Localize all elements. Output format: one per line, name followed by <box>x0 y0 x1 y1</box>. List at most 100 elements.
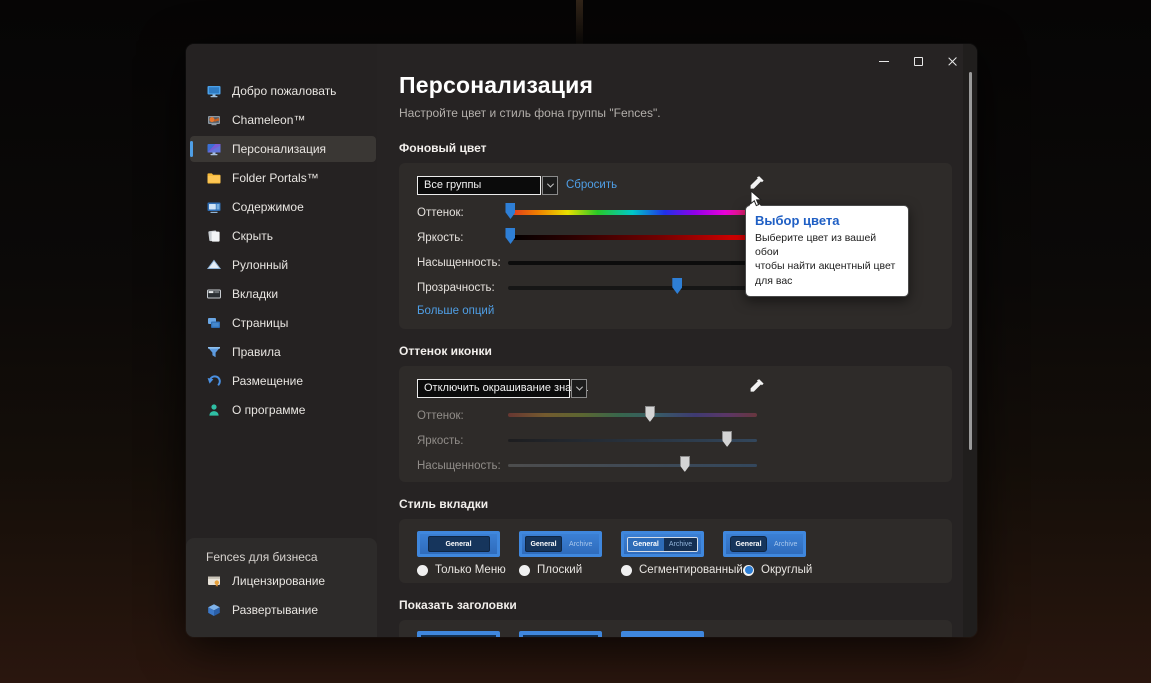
brightness-slider[interactable] <box>505 225 757 250</box>
sidebar-item-rules[interactable]: Правила <box>190 339 376 365</box>
sidebar-item-hide[interactable]: Скрыть <box>190 223 376 249</box>
preview-tab-archive: Archive <box>569 540 593 548</box>
tooltip-text-line1: Выберите цвет из вашей обои <box>755 232 877 259</box>
hue-slider-track[interactable] <box>508 210 757 215</box>
sidebar-item-label: Folder Portals™ <box>232 171 319 185</box>
sidebar-item-about[interactable]: О программе <box>190 397 376 423</box>
business-panel: Fences для бизнеса Лицензирование Развер… <box>186 538 377 637</box>
sidebar-item-pages[interactable]: Страницы <box>190 310 376 336</box>
slider-handle[interactable] <box>672 278 683 294</box>
saturation-slider-label: Насыщенность: <box>417 256 501 269</box>
sidebar-item-label: Персонализация <box>232 142 327 156</box>
show-titles-card <box>399 620 952 637</box>
preview-tab-general: General <box>730 536 767 552</box>
scrollbar-track[interactable] <box>963 44 977 637</box>
preview-tab-archive: Archive <box>663 537 698 551</box>
icon-saturation-slider[interactable] <box>508 453 757 478</box>
icon-hue-slider[interactable] <box>508 403 757 428</box>
icon-brightness-slider-track[interactable] <box>508 439 757 442</box>
fences-settings-window: Добро пожаловать Chameleon™ Персонализац… <box>186 44 977 637</box>
preview-tab-general: General <box>627 537 664 551</box>
sidebar-item-label: Добро пожаловать <box>232 84 337 98</box>
transparency-slider-track[interactable] <box>508 286 757 290</box>
sidebar-item-welcome[interactable]: Добро пожаловать <box>190 78 376 104</box>
sidebar-item-label: Лицензирование <box>232 574 326 588</box>
slider-handle[interactable] <box>679 456 690 472</box>
page-title: Персонализация <box>399 72 594 98</box>
icon-brightness-slider[interactable] <box>508 428 757 453</box>
radio-option-menu-only[interactable]: Только Меню <box>417 564 519 576</box>
chevron-down-icon <box>546 180 554 188</box>
group-select-dropdown[interactable]: Все группы <box>417 175 558 195</box>
slider-handle[interactable] <box>722 431 733 447</box>
sidebar-item-label: Рулонный <box>232 258 289 272</box>
dropdown-button[interactable] <box>542 175 558 195</box>
section-header-tab-style: Стиль вкладки <box>399 497 489 511</box>
preview-tab-general: General <box>427 536 490 552</box>
close-button[interactable] <box>935 48 969 74</box>
tooltip-title: Выбор цвета <box>755 213 840 228</box>
more-options-link[interactable]: Больше опций <box>417 305 494 317</box>
minimize-button[interactable] <box>867 48 901 74</box>
sidebar-item-tabs[interactable]: Вкладки <box>190 281 376 307</box>
eyedropper-icon[interactable] <box>748 174 766 192</box>
eyedropper-icon[interactable] <box>748 377 766 395</box>
radio-unchecked-icon[interactable] <box>621 564 632 576</box>
icon-saturation-slider-track[interactable] <box>508 464 757 467</box>
rollup-triangle-icon <box>206 257 222 273</box>
hue-slider[interactable] <box>505 200 757 225</box>
tab-style-card: General General Archive General Archive <box>399 519 952 583</box>
pages-tiles-icon <box>206 315 222 331</box>
sidebar-item-licensing[interactable]: Лицензирование <box>190 568 376 594</box>
radio-option-flat[interactable]: Плоский <box>519 564 621 576</box>
radio-option-rounded[interactable]: Округлый <box>743 564 845 576</box>
sidebar-item-rollup[interactable]: Рулонный <box>190 252 376 278</box>
dropdown-button[interactable] <box>571 378 587 398</box>
radio-unchecked-icon[interactable] <box>417 564 428 576</box>
personalization-monitor-icon <box>206 141 222 157</box>
close-icon <box>947 56 958 67</box>
radio-checked-icon[interactable] <box>743 564 754 576</box>
section-header-background-color: Фоновый цвет <box>399 141 487 155</box>
icon-hue-slider-row: Оттенок: <box>417 403 934 428</box>
icon-saturation-slider-row: Насыщенность: <box>417 453 934 478</box>
maximize-button[interactable] <box>901 48 935 74</box>
sidebar-item-content[interactable]: Содержимое <box>190 194 376 220</box>
brightness-slider-label: Яркость: <box>417 231 464 244</box>
sidebar-item-deployment[interactable]: Развертывание <box>190 597 376 623</box>
pages-stack-icon <box>206 228 222 244</box>
icon-hue-slider-track[interactable] <box>508 413 757 417</box>
hue-slider-label: Оттенок: <box>417 206 464 219</box>
radio-label: Плоский <box>537 564 583 576</box>
sidebar-item-folder-portals[interactable]: Folder Portals™ <box>190 165 376 191</box>
reset-link[interactable]: Сбросить <box>566 179 617 191</box>
saturation-slider[interactable] <box>508 250 758 275</box>
desktop-wallpaper: Добро пожаловать Chameleon™ Персонализац… <box>0 0 1151 683</box>
sidebar-item-chameleon[interactable]: Chameleon™ <box>190 107 376 133</box>
icon-brightness-slider-label: Яркость: <box>417 434 464 447</box>
maximize-icon <box>913 56 923 66</box>
sidebar-item-placement[interactable]: Размещение <box>190 368 376 394</box>
monitor-icon <box>206 83 222 99</box>
tooltip-text-line2: чтобы найти акцентный цвет для вас <box>755 260 896 287</box>
icon-tint-dropdown[interactable]: Отключить окрашивание значка <box>417 378 588 398</box>
transparency-slider[interactable] <box>508 275 757 300</box>
show-titles-preview-2 <box>519 631 602 637</box>
slider-handle[interactable] <box>644 406 655 422</box>
sidebar-item-personalization[interactable]: Персонализация <box>190 136 376 162</box>
transparency-slider-label: Прозрачность: <box>417 281 495 294</box>
radio-label: Сегментированный <box>639 564 743 576</box>
section-header-icon-tint: Оттенок иконки <box>399 344 492 358</box>
radio-option-segmented[interactable]: Сегментированный <box>621 564 743 576</box>
radio-unchecked-icon[interactable] <box>519 564 530 576</box>
sidebar-item-label: Правила <box>232 345 281 359</box>
scrollbar-thumb[interactable] <box>969 72 972 450</box>
tab-style-preview-segmented: General Archive <box>621 531 704 557</box>
radio-label: Округлый <box>761 564 813 576</box>
brightness-slider-track[interactable] <box>508 235 757 240</box>
saturation-slider-track[interactable] <box>508 261 757 265</box>
folder-icon <box>206 170 222 186</box>
tab-style-preview-rounded: General Archive <box>723 531 806 557</box>
filter-funnel-icon <box>206 344 222 360</box>
icon-tint-card: Отключить окрашивание значка Оттенок: Яр… <box>399 366 952 482</box>
